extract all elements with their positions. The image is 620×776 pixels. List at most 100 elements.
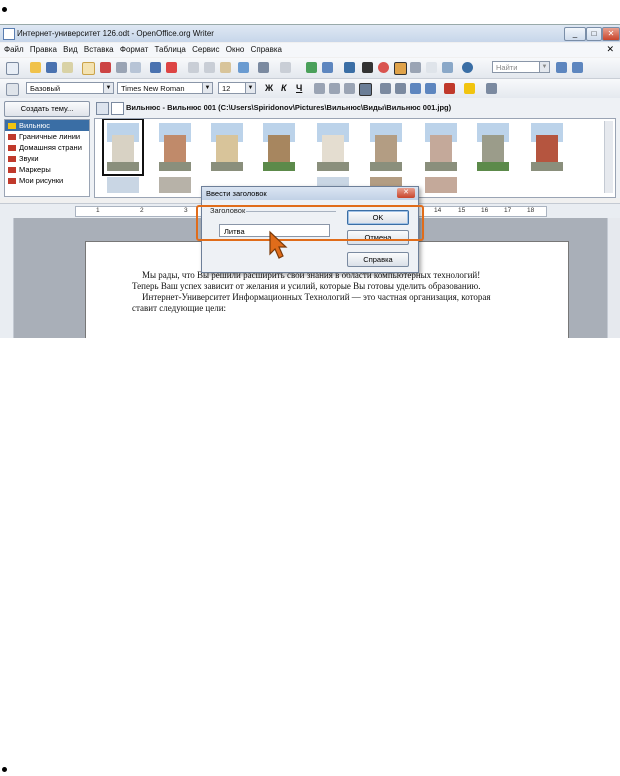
underline-button[interactable]: Ч <box>296 83 302 93</box>
theme-list: Вильнюс Граничные линии Домашняя страни … <box>4 119 90 197</box>
theme-item[interactable]: Граничные линии <box>5 131 89 142</box>
numbering-icon[interactable] <box>380 83 391 94</box>
open-icon[interactable] <box>30 62 41 73</box>
preview-icon[interactable] <box>130 62 141 73</box>
copy-icon[interactable] <box>204 62 215 73</box>
font-name-select[interactable]: Times New Roman ▼ <box>117 82 213 94</box>
menu-view[interactable]: Вид <box>63 45 77 54</box>
gallery-icon[interactable] <box>394 62 407 75</box>
find-field[interactable]: Найти ▼ <box>492 61 550 73</box>
theme-item[interactable]: Вильнюс <box>5 120 89 131</box>
gallery-thumbnail[interactable] <box>425 177 457 193</box>
create-theme-button[interactable]: Создать тему... <box>4 101 90 117</box>
menu-tools[interactable]: Сервис <box>192 45 219 54</box>
dialog-close-button[interactable]: ✕ <box>397 188 415 198</box>
table-icon[interactable] <box>322 62 333 73</box>
autospell-icon[interactable] <box>166 62 177 73</box>
align-left-icon[interactable] <box>314 83 325 94</box>
gallery-thumbnail[interactable] <box>263 123 295 171</box>
chevron-down-icon[interactable]: ▼ <box>539 62 549 72</box>
increase-indent-icon[interactable] <box>425 83 436 94</box>
find-replace-icon[interactable] <box>362 62 373 73</box>
bullets-icon[interactable] <box>395 83 406 94</box>
gallery-thumbnail[interactable] <box>370 123 402 171</box>
font-color-icon[interactable] <box>444 83 455 94</box>
ruler-tick: 16 <box>481 207 489 214</box>
draw-functions-icon[interactable] <box>344 62 355 73</box>
menu-file[interactable]: Файл <box>4 45 24 54</box>
email-icon[interactable] <box>62 62 73 73</box>
theme-item[interactable]: Маркеры <box>5 164 89 175</box>
bold-button[interactable]: Ж <box>265 83 273 93</box>
menu-insert[interactable]: Вставка <box>84 45 114 54</box>
save-icon[interactable] <box>46 62 57 73</box>
gallery-thumbnail[interactable] <box>211 123 243 171</box>
gallery-thumbnail[interactable] <box>107 177 139 193</box>
menu-table[interactable]: Таблица <box>155 45 186 54</box>
justify-icon[interactable] <box>359 83 372 96</box>
help-button[interactable]: Справка <box>347 252 409 267</box>
formatting-marks-icon[interactable] <box>426 62 437 73</box>
gallery-thumbnail[interactable] <box>102 119 144 176</box>
print-icon[interactable] <box>116 62 127 73</box>
menu-help[interactable]: Справка <box>251 45 282 54</box>
data-sources-icon[interactable] <box>410 62 421 73</box>
align-right-icon[interactable] <box>344 83 355 94</box>
theme-item[interactable]: Звуки <box>5 153 89 164</box>
find-next-icon[interactable] <box>556 62 567 73</box>
vertical-ruler[interactable] <box>0 218 14 338</box>
maximize-button[interactable]: □ <box>586 27 602 41</box>
undo-icon[interactable] <box>258 62 269 73</box>
document-scrollbar[interactable] <box>607 218 620 338</box>
formatting-toolbar: Базовый ▼ Times New Roman ▼ 12 ▼ Ж К Ч <box>0 79 620 100</box>
new-document-icon[interactable] <box>6 62 19 75</box>
ruler-tick: 2 <box>140 207 144 214</box>
menu-format[interactable]: Формат <box>120 45 148 54</box>
gallery-thumbnail[interactable] <box>477 123 509 171</box>
icon-view-icon[interactable] <box>96 102 109 115</box>
export-pdf-icon[interactable] <box>100 62 111 73</box>
styles-formatting-icon[interactable] <box>6 83 19 96</box>
decrease-indent-icon[interactable] <box>410 83 421 94</box>
find-previous-icon[interactable] <box>572 62 583 73</box>
navigator-icon[interactable] <box>378 62 389 73</box>
chevron-down-icon[interactable]: ▼ <box>103 83 113 93</box>
redo-icon[interactable] <box>280 62 291 73</box>
document-line: ставит следующие цели: <box>132 303 227 313</box>
paragraph-style-select[interactable]: Базовый ▼ <box>26 82 114 94</box>
theme-item[interactable]: Домашняя страни <box>5 142 89 153</box>
theme-item[interactable]: Мои рисунки <box>5 175 89 186</box>
edit-mode-icon[interactable] <box>82 62 95 75</box>
chevron-down-icon[interactable]: ▼ <box>202 83 212 93</box>
minimize-button[interactable]: _ <box>564 27 586 41</box>
gallery-thumbnail[interactable] <box>317 123 349 171</box>
gallery-thumbnail[interactable] <box>531 123 563 171</box>
menu-bar: Файл Правка Вид Вставка Формат Таблица С… <box>0 43 620 57</box>
gallery-scrollbar[interactable] <box>604 121 613 193</box>
menu-window[interactable]: Окно <box>226 45 245 54</box>
menu-edit[interactable]: Правка <box>30 45 57 54</box>
gallery-thumbnail[interactable] <box>425 123 457 171</box>
cut-icon[interactable] <box>188 62 199 73</box>
detail-view-icon[interactable] <box>111 102 124 115</box>
gallery-thumbnail[interactable] <box>159 177 191 193</box>
background-color-icon[interactable] <box>486 83 497 94</box>
document-line: Теперь Ваш успех зависит от желания и ус… <box>132 281 481 291</box>
ruler-tick: 17 <box>504 207 512 214</box>
align-center-icon[interactable] <box>329 83 340 94</box>
chevron-down-icon[interactable]: ▼ <box>245 83 255 93</box>
highlight-icon[interactable] <box>464 83 475 94</box>
page-bullet <box>2 7 7 12</box>
close-window-button[interactable]: ✕ <box>602 27 620 41</box>
spellcheck-icon[interactable] <box>150 62 161 73</box>
zoom-icon[interactable] <box>442 62 453 73</box>
gallery-thumbnail[interactable] <box>159 123 191 171</box>
paragraph-style-value: Базовый <box>30 84 61 93</box>
help-icon[interactable] <box>462 62 473 73</box>
italic-button[interactable]: К <box>281 83 287 93</box>
font-size-select[interactable]: 12 ▼ <box>218 82 256 94</box>
paste-icon[interactable] <box>220 62 231 73</box>
format-paintbrush-icon[interactable] <box>238 62 249 73</box>
hyperlink-icon[interactable] <box>306 62 317 73</box>
close-document-icon[interactable]: ✕ <box>606 44 614 55</box>
